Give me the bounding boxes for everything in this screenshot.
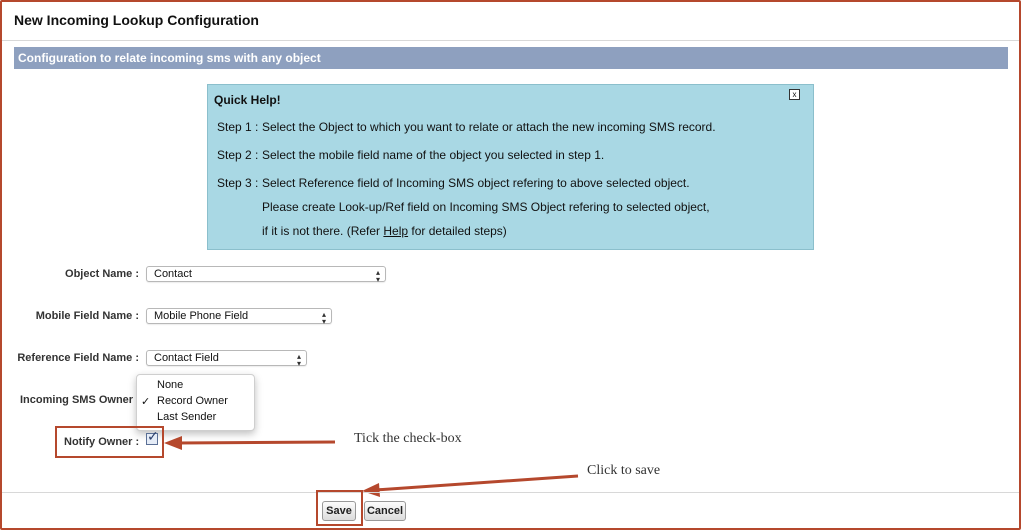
check-icon: ✓ bbox=[147, 428, 159, 444]
object-name-select[interactable]: Contact ▴ ▾ bbox=[146, 266, 386, 284]
reference-field-name-value: Contact Field bbox=[154, 352, 219, 364]
select-arrows-icon: ▴ ▾ bbox=[296, 352, 301, 368]
mobile-field-name-label: Mobile Field Name : bbox=[35, 310, 139, 322]
step-3-line-3-suffix: for detailed steps) bbox=[408, 224, 507, 238]
title-divider bbox=[2, 40, 1019, 41]
step-3-text: Select Reference field of Incoming SMS o… bbox=[262, 176, 690, 190]
close-icon[interactable]: x bbox=[789, 89, 800, 100]
incoming-sms-owner-dropdown[interactable]: None ✓ Record Owner Last Sender bbox=[136, 374, 255, 431]
incoming-sms-owner-label: Incoming SMS Owner bbox=[20, 394, 134, 406]
annotation-tick-checkbox: Tick the check-box bbox=[354, 431, 462, 446]
option-none[interactable]: None bbox=[157, 379, 183, 391]
step-3-line-2: Please create Look-up/Ref field on Incom… bbox=[262, 200, 710, 214]
select-arrows-icon: ▴ ▾ bbox=[375, 268, 380, 284]
quick-help-panel: Quick Help! x Step 1 : Select the Object… bbox=[207, 84, 814, 250]
cancel-button[interactable]: Cancel bbox=[364, 501, 406, 521]
quick-help-title: Quick Help! bbox=[214, 93, 281, 107]
option-record-owner[interactable]: Record Owner bbox=[157, 395, 228, 407]
step-2-label: Step 2 : bbox=[217, 148, 259, 162]
select-arrows-icon: ▴ ▾ bbox=[321, 310, 326, 326]
notify-owner-label: Notify Owner : bbox=[64, 436, 140, 448]
object-name-value: Contact bbox=[154, 268, 192, 280]
step-1-label: Step 1 : bbox=[217, 120, 259, 134]
page-title: New Incoming Lookup Configuration bbox=[14, 12, 259, 28]
step-3-label: Step 3 : bbox=[217, 176, 259, 190]
reference-field-name-select[interactable]: Contact Field ▴ ▾ bbox=[146, 350, 307, 368]
step-1-text: Select the Object to which you want to r… bbox=[262, 120, 716, 134]
step-3-line-3-prefix: if it is not there. (Refer bbox=[262, 224, 384, 238]
object-name-label: Object Name : bbox=[65, 268, 139, 280]
mobile-field-name-value: Mobile Phone Field bbox=[154, 310, 249, 322]
annotation-click-to-save: Click to save bbox=[587, 463, 661, 478]
step-3-line-3: if it is not there. (Refer Help for deta… bbox=[262, 224, 507, 238]
notify-owner-checkbox[interactable]: ✓ bbox=[146, 428, 159, 445]
help-link[interactable]: Help bbox=[383, 224, 408, 238]
mobile-field-name-select[interactable]: Mobile Phone Field ▴ ▾ bbox=[146, 308, 332, 326]
reference-field-name-label: Reference Field Name : bbox=[17, 352, 139, 364]
section-header: Configuration to relate incoming sms wit… bbox=[14, 47, 1008, 69]
option-last-sender[interactable]: Last Sender bbox=[157, 411, 216, 423]
save-button[interactable]: Save bbox=[322, 501, 356, 521]
step-2-text: Select the mobile field name of the obje… bbox=[262, 148, 605, 162]
footer-divider bbox=[2, 492, 1019, 493]
checkmark-icon: ✓ bbox=[141, 396, 151, 408]
